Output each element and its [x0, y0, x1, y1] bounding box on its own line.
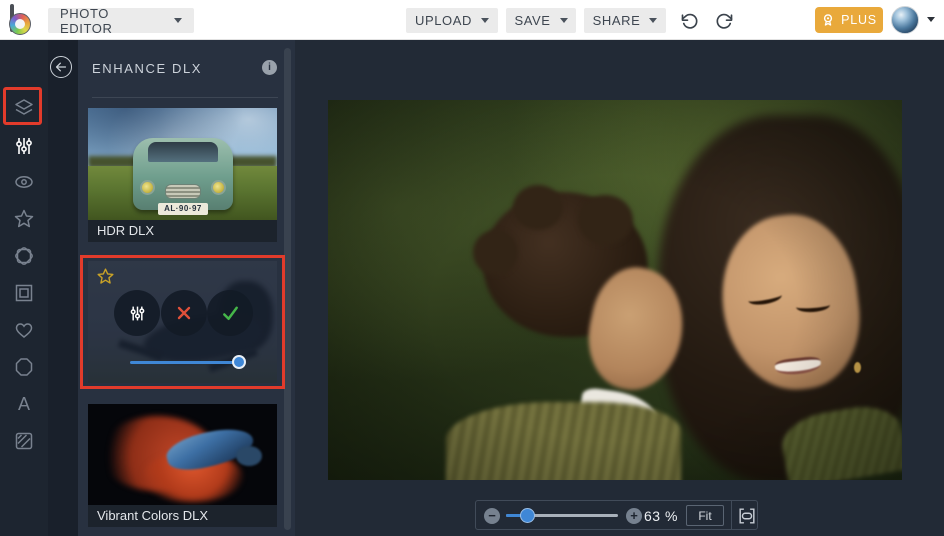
zoom-slider-handle[interactable] — [520, 508, 535, 523]
befunky-photo-editor: PHOTO EDITOR UPLOAD SAVE SHARE PLUS A EN… — [0, 0, 944, 536]
sidebar-item-adjust[interactable] — [13, 135, 35, 157]
sidebar-item-artsy[interactable] — [13, 245, 35, 267]
x-icon — [177, 306, 191, 320]
info-icon[interactable]: i — [262, 60, 277, 75]
share-label: SHARE — [592, 13, 641, 28]
hdr-dlx-preview-image: AL·90·97 — [88, 108, 277, 220]
photo-editor-label: PHOTO EDITOR — [60, 5, 113, 36]
photo-subject-mother-face — [712, 207, 869, 398]
redo-button[interactable] — [710, 8, 738, 33]
save-button[interactable]: SAVE — [506, 8, 576, 33]
tools-sidebar: A — [0, 40, 48, 536]
sidebar-item-layers[interactable] — [13, 97, 35, 119]
badge-icon — [15, 358, 33, 376]
chevron-down-icon — [649, 18, 658, 23]
effect-label: HDR DLX — [88, 220, 277, 242]
heart-icon — [15, 323, 33, 338]
selected-effect-preview-image — [88, 261, 277, 383]
effect-settings-button[interactable] — [114, 290, 160, 336]
eye-icon — [15, 176, 33, 188]
sidebar-item-text[interactable]: A — [13, 393, 35, 415]
sidebar-item-frames[interactable] — [13, 282, 35, 304]
photo-editor-menu-button[interactable]: PHOTO EDITOR — [48, 5, 194, 36]
effect-thumbnail-vibrant-colors-dlx[interactable]: Vibrant Colors DLX — [88, 404, 277, 527]
befunky-logo-icon[interactable] — [9, 13, 31, 35]
plus-label: PLUS — [841, 13, 877, 27]
sidebar-item-graphics[interactable] — [13, 356, 35, 378]
chevron-down-icon — [559, 18, 568, 23]
vibrant-colors-preview-image — [88, 404, 277, 505]
frame-icon — [15, 284, 33, 302]
layers-icon — [15, 99, 33, 115]
adjust-sliders-icon — [130, 306, 144, 320]
favorite-star-icon[interactable] — [96, 267, 115, 286]
photo-subject-mother-hair — [658, 115, 902, 480]
chevron-down-icon — [174, 18, 182, 23]
effect-thumbnail-selected[interactable] — [88, 261, 277, 383]
upload-label: UPLOAD — [414, 13, 473, 28]
sidebar-item-textures[interactable] — [13, 430, 35, 452]
share-button[interactable]: SHARE — [584, 8, 666, 33]
save-label: SAVE — [514, 13, 551, 28]
upload-button[interactable]: UPLOAD — [406, 8, 498, 33]
flower-icon — [15, 247, 33, 265]
top-toolbar: PHOTO EDITOR UPLOAD SAVE SHARE PLUS — [0, 0, 944, 40]
license-plate-text: AL·90·97 — [158, 203, 208, 215]
toolbar-separator — [731, 501, 732, 529]
photo-subject-mother-smile — [774, 355, 822, 377]
chevron-down-icon — [481, 18, 490, 23]
sidebar-item-star-effects[interactable] — [13, 208, 35, 230]
zoom-toolbar: − + 63 % Fit — [475, 500, 758, 530]
back-button[interactable] — [50, 56, 72, 78]
texture-icon — [15, 432, 33, 450]
star-icon — [14, 209, 34, 228]
effect-amount-slider[interactable] — [130, 361, 242, 364]
fit-button[interactable]: Fit — [686, 505, 724, 526]
medal-icon — [823, 14, 833, 26]
photo-subject-boy-collar — [577, 386, 661, 440]
plus-upgrade-button[interactable]: PLUS — [815, 7, 883, 33]
zoom-in-button[interactable]: + — [626, 508, 642, 524]
fullscreen-icon — [739, 508, 755, 524]
cancel-effect-button[interactable] — [161, 290, 207, 336]
effect-label: Vibrant Colors DLX — [88, 505, 277, 527]
redo-icon — [716, 13, 733, 29]
arrow-left-icon — [55, 62, 67, 72]
sidebar-item-effects[interactable] — [13, 171, 35, 193]
photo-subject-boy-face — [578, 259, 694, 399]
edited-photo[interactable] — [328, 100, 902, 480]
user-avatar[interactable] — [891, 6, 919, 34]
svg-text:A: A — [18, 394, 30, 414]
check-icon — [222, 306, 238, 320]
photo-subject-boy-vest — [446, 402, 681, 480]
fullscreen-button[interactable] — [737, 506, 757, 526]
undo-icon — [681, 13, 698, 29]
panel-collapse-strip — [48, 40, 78, 536]
panel-scrollbar[interactable] — [284, 48, 291, 530]
photo-subject-mother-top — [777, 400, 902, 480]
undo-button[interactable] — [676, 8, 704, 33]
adjust-sliders-icon — [16, 138, 32, 154]
panel-divider — [92, 97, 278, 98]
sidebar-item-overlays[interactable] — [13, 319, 35, 341]
apply-effect-button[interactable] — [207, 290, 253, 336]
zoom-percent: 63 % — [644, 508, 678, 524]
panel-title: ENHANCE DLX — [92, 61, 203, 76]
photo-subject-boy-hair — [483, 192, 648, 337]
effect-thumbnail-hdr-dlx[interactable]: AL·90·97 HDR DLX — [88, 108, 277, 242]
photo-subject-earring — [854, 362, 861, 373]
text-icon: A — [18, 394, 30, 414]
zoom-out-button[interactable]: − — [484, 508, 500, 524]
effect-amount-slider-handle[interactable] — [232, 355, 246, 369]
account-menu-caret-icon[interactable] — [927, 17, 935, 22]
